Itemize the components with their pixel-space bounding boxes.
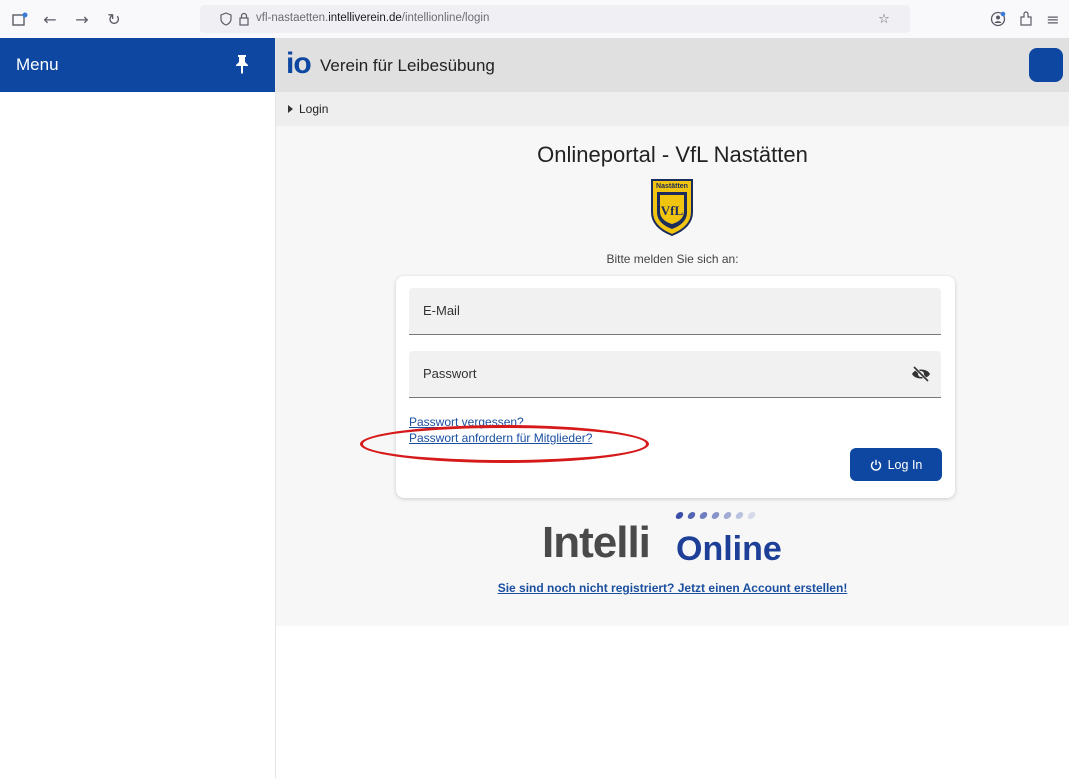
forward-icon[interactable]: →: [72, 9, 92, 29]
breadcrumb: Login: [276, 92, 1069, 126]
lock-icon[interactable]: [236, 11, 252, 27]
login-card: E-Mail Passwort Passwort vergessen? Pass…: [396, 276, 955, 498]
logo-dots: [674, 512, 757, 519]
caret-right-icon: [288, 105, 293, 113]
url-bar[interactable]: vfl-nastaetten.intelliverein.de/intellio…: [200, 5, 910, 33]
intellionline-logo: Intelli Online: [276, 510, 1069, 570]
back-icon[interactable]: ←: [40, 9, 60, 29]
sidebar-header: Menu: [0, 38, 275, 92]
club-crest-logo: Nastätten VfL: [651, 179, 693, 236]
extensions-icon[interactable]: [1016, 9, 1036, 29]
reload-icon[interactable]: ↻: [104, 9, 124, 29]
request-password-link[interactable]: Passwort anfordern für Mitglieder?: [409, 431, 592, 445]
user-menu-button[interactable]: [1029, 48, 1063, 82]
forgot-password-link[interactable]: Passwort vergessen?: [409, 415, 524, 429]
email-field[interactable]: E-Mail: [409, 288, 941, 335]
logo-text-online: Online: [676, 530, 782, 568]
breadcrumb-label: Login: [299, 102, 329, 116]
tab-view-icon[interactable]: [10, 9, 30, 29]
register-link[interactable]: Sie sind noch nicht registriert? Jetzt e…: [276, 581, 1069, 595]
pin-icon[interactable]: [235, 54, 249, 74]
sidebar: Menu: [0, 38, 276, 778]
email-input[interactable]: [409, 288, 941, 334]
page-title: Onlineportal - VfL Nastätten: [537, 142, 808, 167]
password-field[interactable]: Passwort: [409, 351, 941, 398]
main-content: Onlineportal - VfL Nastätten Nastätten V…: [276, 126, 1069, 626]
svg-text:VfL: VfL: [661, 203, 684, 218]
password-input[interactable]: [409, 351, 941, 397]
menu-icon[interactable]: ≡: [1043, 9, 1063, 29]
brand-logo[interactable]: io: [286, 49, 312, 79]
shield-icon[interactable]: [218, 11, 234, 27]
svg-text:Nastätten: Nastätten: [656, 183, 688, 190]
power-icon: [870, 459, 881, 471]
logo-text-intelli: Intelli: [542, 518, 651, 567]
url-text[interactable]: vfl-nastaetten.intelliverein.de/intellio…: [256, 12, 489, 24]
login-button[interactable]: Log In: [850, 448, 942, 481]
sidebar-title: Menu: [16, 55, 59, 74]
login-prompt: Bitte melden Sie sich an:: [606, 252, 739, 266]
app-title: Verein für Leibesübung: [320, 56, 495, 75]
login-button-label: Log In: [887, 457, 923, 472]
breadcrumb-item-login[interactable]: Login: [288, 102, 328, 116]
browser-toolbar: ← → ↻ vfl-nastaetten.intelliverein.de/in…: [0, 0, 1069, 38]
account-icon[interactable]: [988, 9, 1008, 29]
app-header: io Verein für Leibesübung: [276, 38, 1069, 92]
bookmark-star-icon[interactable]: ☆: [876, 11, 892, 27]
visibility-off-icon[interactable]: [911, 365, 931, 383]
